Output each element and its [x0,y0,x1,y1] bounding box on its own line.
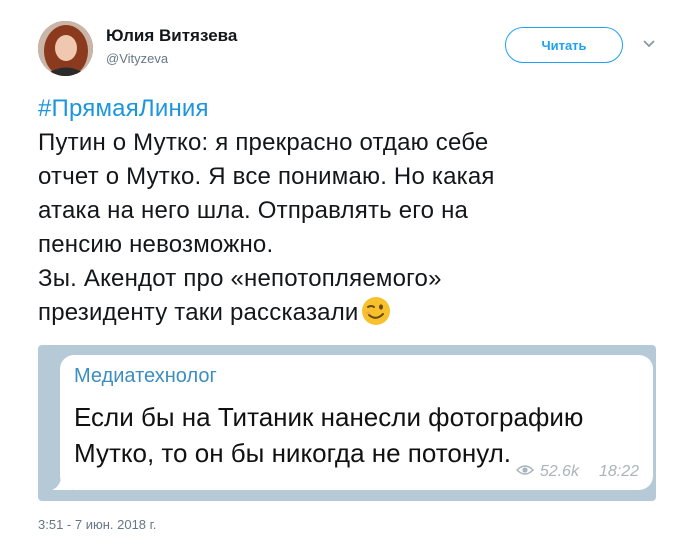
tweet-timestamp[interactable]: 3:51 - 7 июн. 2018 г. [38,517,156,532]
tweet-header: Юлия Витязева @Vityzeva Читать [38,17,688,77]
author-handle[interactable]: @Vityzeva [106,51,168,66]
message-bubble: Медиатехнолог Если бы на Титаник нанесли… [60,355,653,490]
embedded-image[interactable]: Медиатехнолог Если бы на Титаник нанесли… [38,345,656,501]
message-time: 18:22 [598,463,639,480]
tweet-line: Зы. Акендот про «непотопляемого» [38,265,442,292]
message-meta: 52.6k 18:22 [515,463,639,481]
channel-name: Медиатехнолог [74,365,217,387]
winking-face-icon [361,296,391,326]
message-text: Если бы на Титаник нанесли фотографию Му… [74,399,644,471]
tweet-line: Путин о Мутко: я прекрасно отдаю себе [38,129,489,156]
author-name[interactable]: Юлия Витязева [106,26,237,46]
hashtag-link[interactable]: #ПрямаяЛиния [38,95,209,122]
message-line: Если бы на Титаник нанесли фотографию [74,402,584,432]
chevron-down-icon[interactable] [638,33,660,55]
tweet-line: отчет о Мутко. Я все понимаю. Но какая [38,163,495,190]
view-count: 52.6k [539,463,579,480]
tweet-line: президенту таки рассказали [38,299,359,326]
avatar[interactable] [38,21,93,76]
tweet-text: #ПрямаяЛиния Путин о Мутко: я прекрасно … [38,92,678,330]
tweet-line: пенсию невозможно. [38,231,274,258]
eye-icon [515,463,534,481]
follow-button[interactable]: Читать [505,27,623,63]
tweet-line: атака на него шла. Отправлять его на [38,197,469,224]
